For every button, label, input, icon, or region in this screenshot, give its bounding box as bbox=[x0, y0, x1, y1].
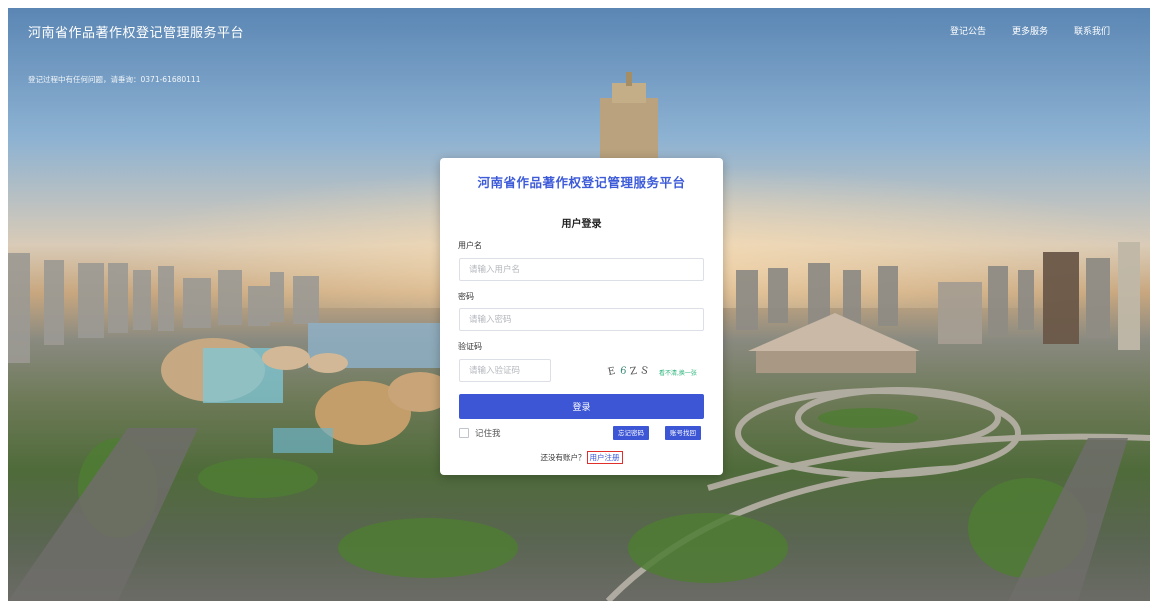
top-nav: 登记公告 更多服务 联系我们 bbox=[950, 24, 1110, 37]
password-label: 密码 bbox=[458, 292, 474, 301]
forgot-password-button[interactable]: 忘记密码 bbox=[613, 426, 649, 440]
captcha-image[interactable]: E 6 Z S bbox=[603, 360, 657, 382]
remember-label: 记住我 bbox=[475, 429, 501, 439]
username-input[interactable] bbox=[459, 258, 704, 281]
recover-account-button[interactable]: 账号找回 bbox=[665, 426, 701, 440]
site-title: 河南省作品著作权登记管理服务平台 bbox=[28, 26, 245, 41]
login-button[interactable]: 登录 bbox=[459, 394, 704, 419]
password-input[interactable] bbox=[459, 308, 704, 331]
nav-more-services[interactable]: 更多服务 bbox=[1012, 24, 1048, 37]
nav-contact-us[interactable]: 联系我们 bbox=[1074, 24, 1110, 37]
remember-checkbox[interactable] bbox=[459, 428, 469, 438]
captcha-input[interactable] bbox=[459, 359, 551, 382]
no-account-text: 还没有账户？ bbox=[540, 453, 586, 462]
login-platform-title: 河南省作品著作权登记管理服务平台 bbox=[477, 175, 686, 190]
captcha-char: S bbox=[640, 364, 653, 378]
helpline-notice: 登记过程中有任何问题，请垂询：0371-61680111 bbox=[28, 75, 201, 84]
captcha-label: 验证码 bbox=[458, 342, 482, 351]
captcha-refresh-link[interactable]: 看不清,换一张 bbox=[659, 368, 697, 377]
login-card: 河南省作品著作权登记管理服务平台 用户登录 用户名 密码 验证码 E 6 Z S… bbox=[440, 158, 723, 475]
nav-announcements[interactable]: 登记公告 bbox=[950, 24, 986, 37]
login-heading: 用户登录 bbox=[561, 219, 602, 230]
remember-me[interactable]: 记住我 bbox=[459, 427, 501, 439]
username-label: 用户名 bbox=[458, 241, 482, 250]
register-link[interactable]: 用户注册 bbox=[586, 451, 623, 464]
register-prompt: 还没有账户？ 用户注册 bbox=[440, 451, 723, 464]
